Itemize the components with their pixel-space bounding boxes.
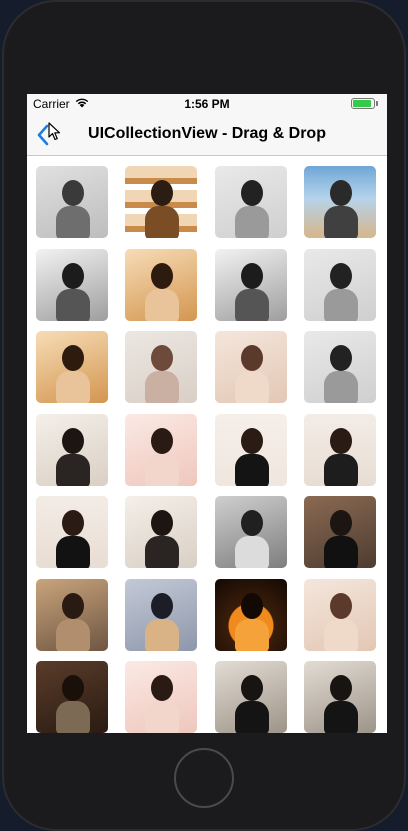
photo-figure-body	[145, 701, 179, 733]
photo-figure-head	[240, 675, 263, 701]
photo-figure-head	[240, 427, 263, 454]
photo-cell-10[interactable]	[125, 331, 197, 403]
photo-figure-body	[324, 288, 358, 321]
photo-figure-body	[234, 371, 269, 403]
photo-cell-7[interactable]	[214, 248, 287, 321]
photo-collection-view[interactable]	[27, 156, 387, 733]
photo-cell-1[interactable]	[35, 166, 108, 238]
photo-figure-head	[240, 510, 263, 536]
photo-figure-body	[55, 453, 90, 486]
page-title: UICollectionView - Drag & Drop	[88, 125, 326, 142]
photo-figure-head	[330, 262, 352, 289]
photo-cell-18[interactable]	[125, 496, 197, 568]
photo-cell-8[interactable]	[304, 248, 376, 321]
photo-cell-22[interactable]	[125, 578, 197, 651]
photo-figure-body	[234, 453, 269, 486]
photo-cell-26[interactable]	[125, 661, 197, 733]
photo-cell-9[interactable]	[35, 331, 108, 403]
photo-cell-5[interactable]	[35, 248, 108, 321]
photo-figure-body	[234, 701, 269, 733]
photo-figure-body	[55, 206, 90, 238]
photo-figure-head	[61, 345, 84, 371]
photo-figure-head	[151, 345, 173, 371]
photo-figure-body	[55, 701, 90, 733]
photo-figure-body	[145, 453, 179, 486]
status-bar: Carrier 1:56 PM	[27, 94, 387, 114]
photo-figure-head	[240, 262, 263, 289]
photo-figure-body	[324, 701, 358, 733]
navigation-bar: UICollectionView - Drag & Drop	[27, 114, 387, 156]
photo-cell-27[interactable]	[214, 661, 287, 733]
photo-figure-head	[151, 675, 173, 701]
photo-cell-4[interactable]	[304, 166, 376, 238]
photo-figure-body	[234, 536, 269, 568]
photo-figure-body	[324, 536, 358, 568]
photo-figure-head	[330, 675, 352, 701]
photo-cell-13[interactable]	[35, 413, 108, 486]
photo-figure-head	[240, 345, 263, 371]
photo-figure-body	[145, 536, 179, 568]
photo-cell-2[interactable]	[125, 166, 197, 238]
photo-figure-head	[330, 510, 352, 536]
photo-figure-head	[330, 345, 352, 371]
photo-figure-body	[324, 206, 358, 238]
photo-figure-head	[330, 592, 352, 619]
photo-figure-head	[61, 510, 84, 536]
photo-figure-body	[234, 288, 269, 321]
photo-figure-head	[61, 675, 84, 701]
photo-cell-12[interactable]	[304, 331, 376, 403]
photo-figure-head	[330, 427, 352, 454]
home-button[interactable]	[174, 748, 234, 808]
photo-cell-6[interactable]	[125, 248, 197, 321]
photo-figure-head	[330, 180, 352, 206]
photo-figure-body	[55, 536, 90, 568]
photo-figure-head	[151, 262, 173, 289]
photo-figure-head	[151, 180, 173, 206]
photo-cell-17[interactable]	[35, 496, 108, 568]
photo-cell-11[interactable]	[214, 331, 287, 403]
status-time: 1:56 PM	[184, 97, 230, 111]
photo-figure-head	[61, 180, 84, 206]
photo-figure-head	[61, 427, 84, 454]
photo-cell-19[interactable]	[214, 496, 287, 568]
photo-figure-head	[151, 592, 173, 619]
photo-figure-body	[145, 618, 179, 651]
photo-figure-head	[61, 262, 84, 289]
photo-figure-head	[151, 510, 173, 536]
photo-figure-head	[61, 592, 84, 619]
photo-cell-25[interactable]	[35, 661, 108, 733]
battery-icon	[351, 98, 381, 110]
photo-figure-head	[240, 592, 263, 619]
photo-cell-28[interactable]	[304, 661, 376, 733]
photo-cell-15[interactable]	[214, 413, 287, 486]
photo-cell-21[interactable]	[35, 578, 108, 651]
photo-cell-24[interactable]	[304, 578, 376, 651]
photo-figure-body	[324, 453, 358, 486]
photo-figure-body	[324, 618, 358, 651]
photo-figure-body	[55, 618, 90, 651]
photo-figure-body	[55, 288, 90, 321]
photo-cell-14[interactable]	[125, 413, 197, 486]
photo-cell-20[interactable]	[304, 496, 376, 568]
photo-figure-body	[145, 288, 179, 321]
photo-cell-23[interactable]	[214, 578, 287, 651]
photo-figure-body	[145, 206, 179, 238]
photo-figure-body	[324, 371, 358, 403]
photo-cell-16[interactable]	[304, 413, 376, 486]
photo-figure-body	[234, 618, 269, 651]
photo-cell-3[interactable]	[214, 166, 287, 238]
photo-figure-body	[145, 371, 179, 403]
photo-figure-body	[55, 371, 90, 403]
photo-figure-head	[151, 427, 173, 454]
phone-screen: Carrier 1:56 PM UICollectionView - Drag …	[27, 94, 387, 733]
photo-figure-body	[234, 206, 269, 238]
photo-figure-head	[240, 180, 263, 206]
